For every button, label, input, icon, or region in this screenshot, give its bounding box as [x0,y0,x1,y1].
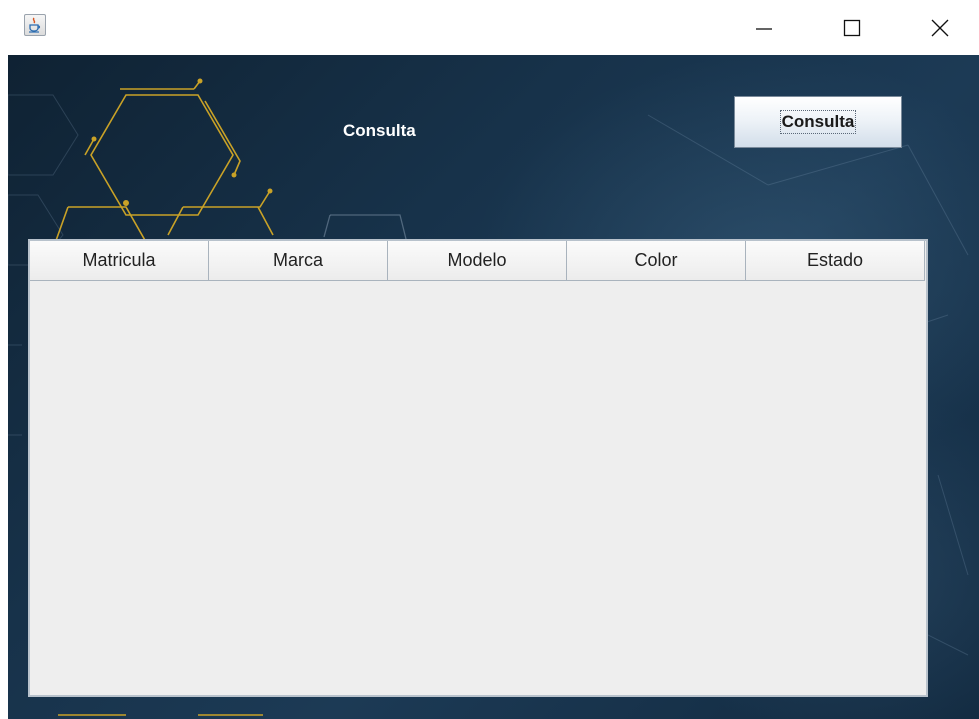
close-button[interactable] [916,0,964,55]
content-panel: Consulta Consulta Matricula Marca Modelo… [8,55,979,719]
column-header-marca[interactable]: Marca [209,241,388,280]
title-bar[interactable] [0,0,979,55]
consulta-button-label: Consulta [779,110,857,134]
column-header-matricula[interactable]: Matricula [30,241,209,280]
minimize-button[interactable] [740,0,788,55]
close-icon [931,19,949,36]
results-table[interactable]: Matricula Marca Modelo Color Estado [28,239,928,697]
page-title: Consulta [343,121,416,140]
maximize-icon [843,19,861,36]
java-cup-icon[interactable] [24,14,46,36]
consulta-button[interactable]: Consulta [734,96,902,148]
table-header: Matricula Marca Modelo Color Estado [30,241,925,281]
column-header-modelo[interactable]: Modelo [388,241,567,280]
maximize-button[interactable] [828,0,876,55]
minimize-icon [756,27,772,30]
column-header-estado[interactable]: Estado [746,241,925,280]
table-body[interactable] [30,281,926,695]
application-window: Consulta Consulta Matricula Marca Modelo… [0,0,979,719]
column-header-color[interactable]: Color [567,241,746,280]
